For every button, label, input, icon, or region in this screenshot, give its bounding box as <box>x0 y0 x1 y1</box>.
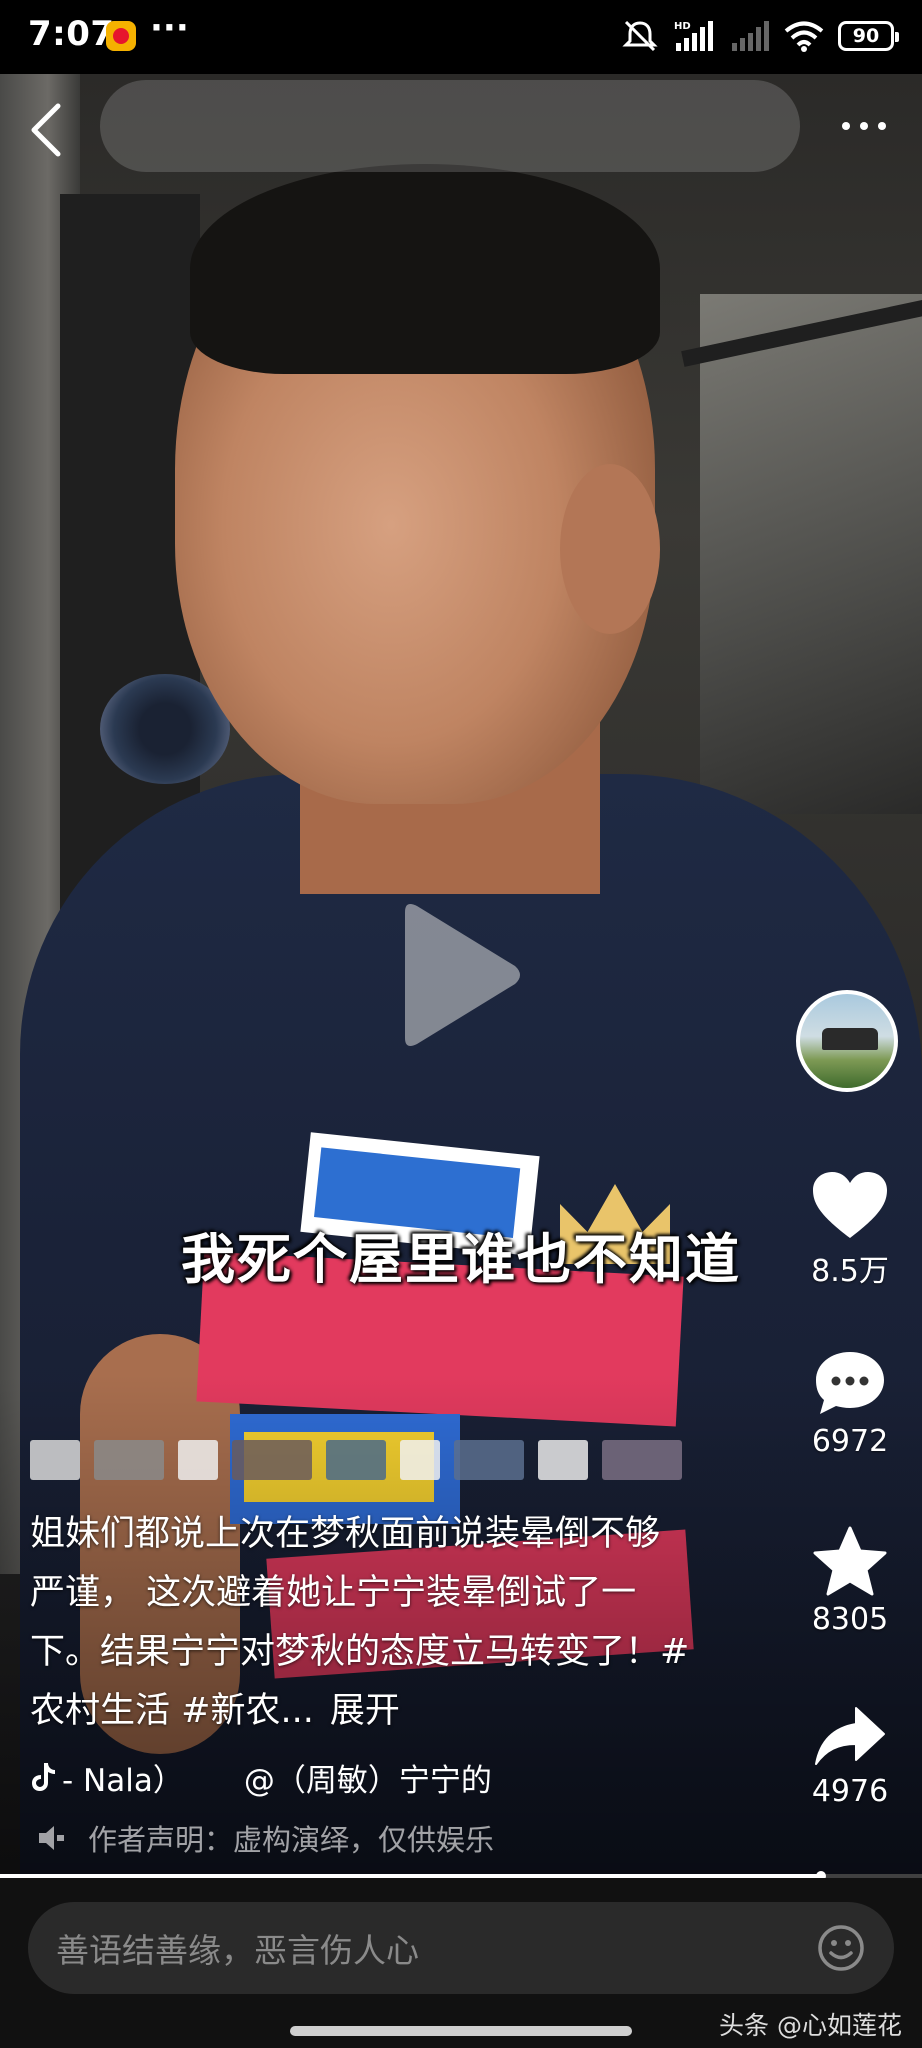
signal-weak-icon <box>732 21 769 51</box>
comment-bar: 善语结善缘，恶言伤人心 头条 @心如莲花 <box>0 1878 922 2048</box>
blur-block <box>400 1440 440 1480</box>
avatar-image <box>822 1028 878 1050</box>
author-name-blurred[interactable] <box>30 1435 720 1485</box>
comment-button[interactable]: 6972 <box>790 1348 910 1459</box>
music-title: - Nala） <box>62 1762 184 1799</box>
blur-block <box>178 1440 218 1480</box>
star-icon <box>813 1526 887 1596</box>
author-avatar[interactable] <box>796 990 898 1092</box>
battery-indicator: 90 <box>838 21 899 51</box>
home-indicator[interactable] <box>290 2026 632 2036</box>
music-row[interactable]: - Nala） @（周敏）宁宁的 <box>30 1752 730 1802</box>
comment-placeholder: 善语结善缘，恶言伤人心 <box>56 1931 419 1970</box>
blur-block <box>326 1440 386 1480</box>
expand-link[interactable]: 展开 <box>330 1691 400 1731</box>
wifi-icon <box>784 21 824 52</box>
status-icons: HD 90 <box>622 16 899 56</box>
blur-block <box>454 1440 524 1480</box>
author-declaration: 作者声明：虚构演绎，仅供娱乐 <box>36 1815 494 1861</box>
more-icon[interactable] <box>836 106 892 146</box>
tiktok-icon <box>32 1763 55 1791</box>
app-screen: 7:07 ··· HD 90 我死个屋里谁也不知道 8.5万 6972 8305… <box>0 0 922 2048</box>
share-icon <box>815 1707 885 1765</box>
heart-icon <box>813 1172 887 1238</box>
signal-hd-icon: HD <box>674 21 713 51</box>
weibo-icon <box>106 21 136 51</box>
favorite-button[interactable]: 8305 <box>790 1526 910 1637</box>
back-icon[interactable] <box>26 100 66 160</box>
share-count: 4976 <box>811 1774 889 1809</box>
blur-block <box>30 1440 80 1480</box>
notification-more: ··· <box>150 8 189 48</box>
video-scene-ear <box>560 464 660 634</box>
blur-block <box>602 1440 682 1480</box>
share-button[interactable]: 4976 <box>790 1704 910 1809</box>
emoji-icon[interactable] <box>816 1923 866 1973</box>
comment-input[interactable]: 善语结善缘，恶言伤人心 <box>28 1902 894 1994</box>
like-button[interactable]: 8.5万 <box>790 1170 910 1290</box>
status-bar: 7:07 ··· HD 90 <box>0 0 922 74</box>
video-subtitle: 我死个屋里谁也不知道 <box>181 1228 741 1291</box>
like-count: 8.5万 <box>811 1254 889 1289</box>
search-bar[interactable] <box>100 80 800 172</box>
comment-count: 6972 <box>811 1424 889 1459</box>
svg-text:HD: HD <box>674 21 691 32</box>
comment-icon <box>816 1352 884 1414</box>
status-time: 7:07 <box>28 14 115 54</box>
favorite-count: 8305 <box>811 1602 889 1637</box>
blur-block <box>94 1440 164 1480</box>
mute-alarm-icon <box>622 20 658 52</box>
play-icon[interactable] <box>395 900 525 1050</box>
video-caption[interactable]: 姐妹们都说上次在梦秋面前说装晕倒不够严谨， 这次避着她让宁宁装晕倒试了一下。结果… <box>30 1505 690 1741</box>
blur-block <box>232 1440 312 1480</box>
blur-block <box>538 1440 588 1480</box>
watermark: 头条 @心如莲花 <box>719 2011 902 2040</box>
mention-link[interactable]: @（周敏）宁宁的 <box>244 1755 492 1800</box>
speaker-icon <box>39 1826 64 1850</box>
declaration-text: 作者声明：虚构演绎，仅供娱乐 <box>88 1823 495 1857</box>
video-scene-hair <box>190 164 660 374</box>
video-scene-window <box>700 294 922 814</box>
